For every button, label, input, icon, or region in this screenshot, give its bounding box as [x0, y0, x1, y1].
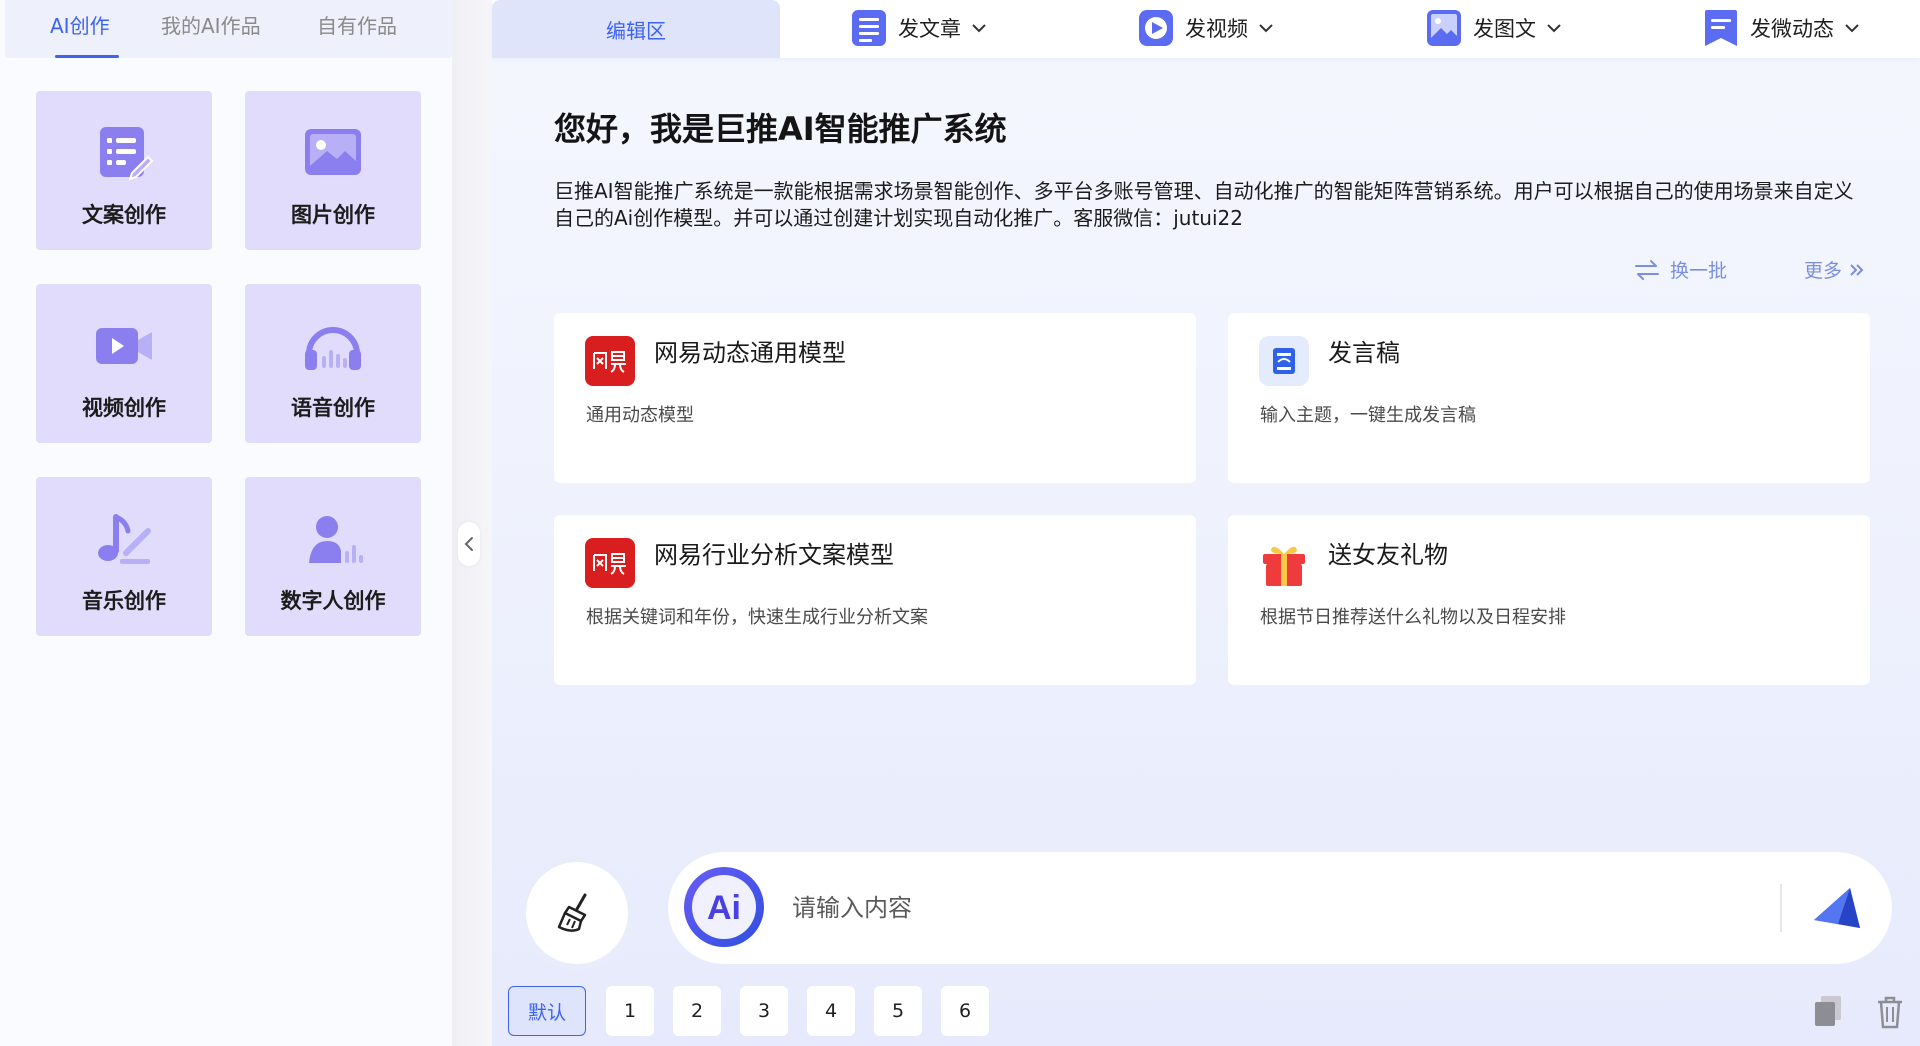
- refresh-label: 换一批: [1670, 260, 1728, 282]
- music-note-icon: [98, 514, 151, 564]
- send-icon[interactable]: [1810, 880, 1866, 936]
- chevron-down-icon: [1547, 24, 1561, 33]
- video-play-icon: [1139, 10, 1173, 46]
- menu-label: 发图文: [1473, 17, 1536, 41]
- chevron-left-icon: [464, 537, 473, 551]
- ai-logo-icon: Ai: [684, 867, 764, 947]
- active-tab-underline: [55, 55, 119, 58]
- double-chevron-right-icon: [1850, 263, 1864, 276]
- create-card-video[interactable]: 视频创作: [36, 284, 212, 443]
- card-label: 文案创作: [82, 203, 166, 227]
- more-link[interactable]: 更多: [1804, 256, 1866, 283]
- ai-badge-text: Ai: [707, 889, 741, 927]
- chevron-down-icon: [1845, 24, 1859, 33]
- model-title: 发言稿: [1328, 339, 1400, 367]
- picture-post-icon: [1427, 10, 1461, 46]
- menu-label: 发文章: [898, 17, 961, 41]
- image-icon: [305, 129, 361, 175]
- model-title: 网易行业分析文案模型: [654, 541, 894, 569]
- model-desc: 通用动态模型: [586, 405, 694, 426]
- editor-area: 编辑区 发文章 发视频 发图文 发微动态 您好，我是巨推AI智能推广系统 巨推A…: [492, 0, 1920, 1046]
- left-panel: AI创作 我的AI作品 自有作品 文案创作 图片创作 视频创作 语音创作 音乐创…: [0, 0, 452, 1046]
- copy-icon[interactable]: [1812, 994, 1844, 1028]
- model-desc: 输入主题，一键生成发言稿: [1260, 405, 1476, 426]
- card-label: 音乐创作: [82, 589, 166, 613]
- left-tab-bar: AI创作 我的AI作品 自有作品: [5, 0, 452, 58]
- page-title: 您好，我是巨推AI智能推广系统: [554, 110, 1007, 148]
- tab-ai-create[interactable]: AI创作: [50, 10, 110, 50]
- menu-label: 发微动态: [1750, 17, 1834, 41]
- speech-doc-icon: [1259, 336, 1309, 386]
- model-title: 送女友礼物: [1328, 541, 1448, 569]
- create-card-voice[interactable]: 语音创作: [245, 284, 421, 443]
- netease-logo-icon: [585, 336, 635, 386]
- top-nav-bar: 编辑区 发文章 发视频 发图文 发微动态: [492, 0, 1920, 58]
- preset-default[interactable]: 默认: [508, 986, 586, 1036]
- collapse-panel-button[interactable]: [458, 522, 480, 566]
- preset-1[interactable]: 1: [606, 986, 654, 1036]
- gift-icon: [1263, 546, 1305, 586]
- micro-post-icon: [1705, 10, 1737, 46]
- card-label: 图片创作: [291, 203, 375, 227]
- model-card-speech-draft[interactable]: 发言稿 输入主题，一键生成发言稿: [1228, 313, 1870, 483]
- article-icon: [852, 10, 886, 46]
- card-label: 数字人创作: [280, 589, 386, 613]
- card-label: 视频创作: [82, 396, 166, 420]
- chevron-down-icon: [972, 24, 986, 33]
- create-card-digital-human[interactable]: 数字人创作: [245, 477, 421, 636]
- headphones-icon: [305, 327, 361, 370]
- menu-publish-article[interactable]: 发文章: [850, 8, 987, 48]
- preset-5[interactable]: 5: [874, 986, 922, 1036]
- more-label: 更多: [1804, 260, 1843, 282]
- tab-own-works[interactable]: 自有作品: [317, 10, 397, 50]
- netease-logo-icon: [585, 538, 635, 588]
- card-label: 语音创作: [291, 396, 375, 420]
- model-title: 网易动态通用模型: [654, 339, 846, 367]
- model-card-gift-girlfriend[interactable]: 送女友礼物 根据节日推荐送什么礼物以及日程安排: [1228, 515, 1870, 685]
- video-camera-icon: [96, 328, 152, 364]
- clear-broom-button[interactable]: [526, 862, 628, 964]
- document-edit-icon: [100, 127, 154, 181]
- digital-human-icon: [309, 516, 363, 563]
- preset-3[interactable]: 3: [740, 986, 788, 1036]
- menu-publish-video[interactable]: 发视频: [1137, 8, 1274, 48]
- model-card-netease-general[interactable]: 网易动态通用模型 通用动态模型: [554, 313, 1196, 483]
- tab-my-ai-works[interactable]: 我的AI作品: [161, 10, 261, 50]
- model-desc: 根据关键词和年份，快速生成行业分析文案: [586, 607, 928, 628]
- input-separator: [1780, 884, 1782, 932]
- system-intro: 巨推AI智能推广系统是一款能根据需求场景智能创作、多平台多账号管理、自动化推广的…: [554, 179, 1854, 230]
- model-desc: 根据节日推荐送什么礼物以及日程安排: [1260, 607, 1566, 628]
- menu-publish-micro-post[interactable]: 发微动态: [1702, 8, 1860, 48]
- preset-2[interactable]: 2: [673, 986, 721, 1036]
- swap-arrows-icon: [1635, 259, 1659, 280]
- chat-input[interactable]: [792, 884, 1642, 932]
- chevron-down-icon: [1259, 24, 1273, 33]
- preset-4[interactable]: 4: [807, 986, 855, 1036]
- refresh-batch-link[interactable]: 换一批: [1634, 256, 1727, 283]
- model-card-netease-industry[interactable]: 网易行业分析文案模型 根据关键词和年份，快速生成行业分析文案: [554, 515, 1196, 685]
- menu-label: 发视频: [1185, 17, 1248, 41]
- tab-edit-zone[interactable]: 编辑区: [492, 0, 780, 58]
- trash-icon[interactable]: [1874, 994, 1906, 1030]
- menu-publish-picture-post[interactable]: 发图文: [1425, 8, 1562, 48]
- broom-icon: [557, 893, 587, 932]
- create-card-copywriting[interactable]: 文案创作: [36, 91, 212, 250]
- chat-input-bar: Ai: [668, 852, 1892, 964]
- preset-6[interactable]: 6: [941, 986, 989, 1036]
- create-card-image[interactable]: 图片创作: [245, 91, 421, 250]
- create-card-music[interactable]: 音乐创作: [36, 477, 212, 636]
